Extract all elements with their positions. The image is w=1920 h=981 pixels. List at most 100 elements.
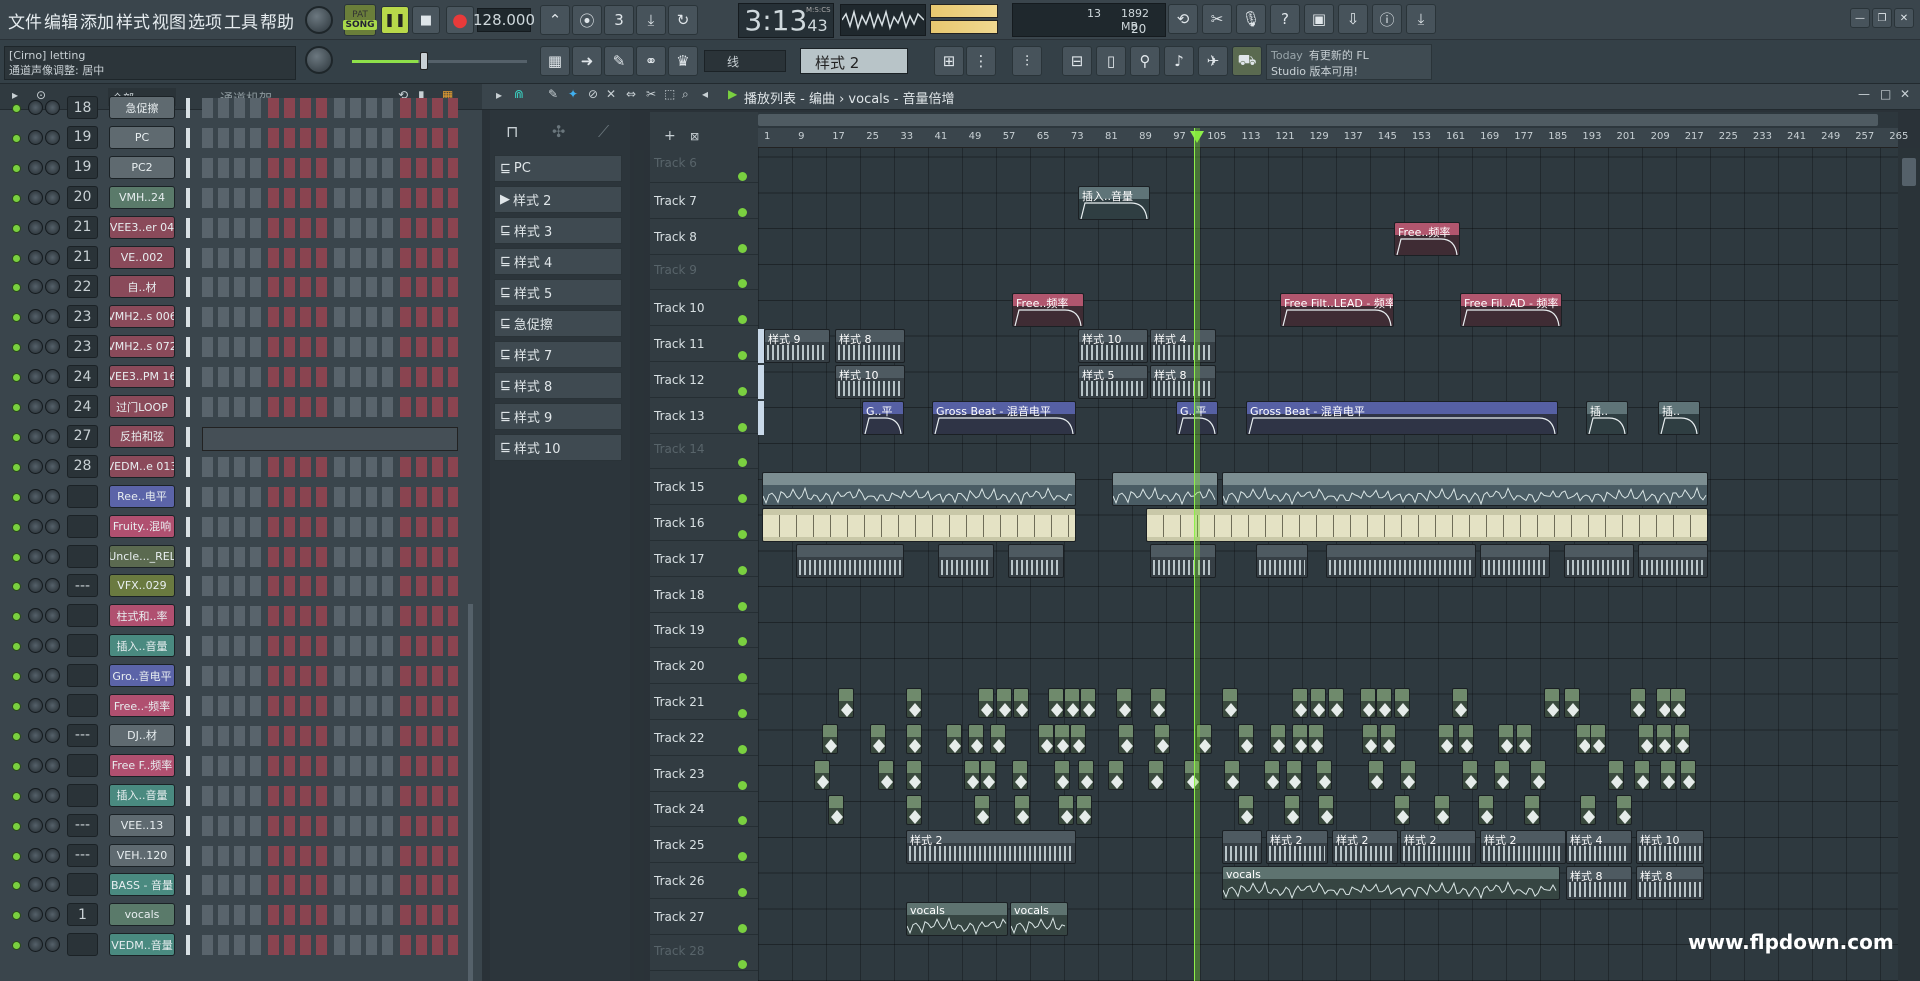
channel-pan-knob[interactable]	[28, 458, 43, 474]
track-mute-led[interactable]	[738, 422, 747, 432]
channel-mixer-track[interactable]: 21	[67, 245, 98, 269]
pattern-item[interactable]: ⊑ 样式 8	[494, 372, 622, 399]
pattern-selector[interactable]: 样式 2	[800, 48, 908, 74]
channel-mute-led[interactable]	[12, 821, 21, 831]
pattern-item[interactable]: ⊑ PC	[494, 155, 622, 182]
playlist-clip[interactable]: 样式 9	[764, 329, 830, 363]
track-mute-led[interactable]	[738, 243, 747, 253]
master-pitch-knob[interactable]	[305, 46, 333, 74]
track-header[interactable]: Track 23	[650, 757, 758, 792]
channel-row[interactable]: 19 PC2	[0, 154, 470, 184]
channel-row[interactable]: 21 VEE3..er 04	[0, 214, 470, 244]
track-header[interactable]: Track 16	[650, 506, 758, 541]
song-overview[interactable]	[700, 112, 1898, 128]
channel-pan-knob[interactable]	[28, 757, 43, 773]
channel-name-button[interactable]: VEE3..er 04	[109, 215, 175, 239]
channel-select-marker[interactable]	[186, 307, 190, 328]
playlist-clip[interactable]: 样式 2	[1332, 830, 1398, 865]
playlist-icon[interactable]: ▦	[540, 46, 570, 76]
menu-item-5[interactable]: 选项	[188, 8, 222, 33]
channel-row[interactable]: 23 VMH2..s 006	[0, 303, 470, 333]
channel-mute-led[interactable]	[12, 343, 21, 353]
step-sequencer[interactable]	[202, 98, 458, 118]
step-sequencer[interactable]	[202, 546, 458, 567]
channel-name-button[interactable]: VEE..13	[109, 813, 175, 837]
step-sequencer[interactable]	[202, 187, 458, 208]
channel-row[interactable]: 柱式和..率	[0, 602, 470, 632]
channel-pan-knob[interactable]	[28, 668, 43, 684]
playlist-clip[interactable]	[828, 795, 844, 826]
track-header[interactable]: Track 26	[650, 864, 758, 899]
playlist-clip[interactable]	[1438, 723, 1454, 754]
track-header[interactable]: Track 10	[650, 291, 758, 327]
help-icon[interactable]: ?	[1270, 4, 1300, 34]
channel-pan-knob[interactable]	[28, 369, 43, 385]
channel-name-button[interactable]: Free F..频率	[109, 753, 175, 777]
playlist-clip[interactable]	[1284, 795, 1300, 826]
channel-mute-led[interactable]	[12, 791, 21, 801]
playlist-clip[interactable]	[1452, 688, 1468, 718]
channel-mute-led[interactable]	[12, 761, 21, 771]
channel-select-marker[interactable]	[186, 277, 190, 298]
playlist-clip[interactable]	[1630, 688, 1646, 718]
playlist-clip[interactable]	[1530, 759, 1546, 790]
step-sequencer[interactable]	[202, 725, 458, 746]
channel-pan-knob[interactable]	[28, 817, 43, 833]
cut-icon[interactable]: ✂	[1202, 4, 1232, 34]
channel-mixer-track[interactable]: 27	[67, 424, 98, 448]
channel-mute-led[interactable]	[12, 492, 21, 502]
channel-name-button[interactable]: VEDM..音量	[109, 933, 175, 957]
track-mute-led[interactable]	[738, 816, 747, 826]
playlist-clip[interactable]	[1498, 723, 1514, 754]
channel-row[interactable]: 24 过门LOOP	[0, 393, 470, 423]
pattern-item[interactable]: ⊑ 样式 10	[494, 434, 622, 461]
channel-pan-knob[interactable]	[28, 488, 43, 504]
channel-mixer-track[interactable]: ---	[67, 813, 98, 837]
track-header[interactable]: Track 9	[650, 255, 758, 291]
channel-mixer-track[interactable]: 24	[67, 395, 98, 418]
channel-volume-knob[interactable]	[45, 877, 60, 893]
playlist-clip[interactable]: Free..频率	[1012, 293, 1084, 328]
channel-pan-knob[interactable]	[28, 787, 43, 803]
channel-pan-knob[interactable]	[28, 698, 43, 713]
playlist-clip[interactable]	[1376, 688, 1392, 718]
channel-name-button[interactable]: VFX..029	[109, 574, 175, 598]
playlist-clip[interactable]	[1660, 759, 1676, 790]
channel-select-marker[interactable]	[186, 935, 190, 956]
step-sequencer[interactable]	[202, 576, 458, 597]
menu-item-7[interactable]: 帮助	[260, 8, 294, 33]
playlist-clip[interactable]	[1458, 723, 1474, 754]
playlist-clip[interactable]	[1516, 723, 1532, 754]
step-sequencer[interactable]	[202, 696, 458, 716]
step-sequencer[interactable]	[202, 606, 458, 627]
playlist-clip[interactable]	[1590, 723, 1606, 754]
channel-select-marker[interactable]	[186, 247, 190, 268]
playlist-clip[interactable]	[1286, 759, 1302, 790]
arrow-icon[interactable]: ➜	[572, 46, 602, 76]
playlist-clip[interactable]	[1328, 688, 1344, 718]
track-mute-led[interactable]	[738, 565, 747, 575]
channel-name-button[interactable]: BASS - 音量	[109, 873, 175, 897]
channel-row[interactable]: 插入..音量	[0, 632, 470, 662]
restore-icon[interactable]: ❐	[1872, 8, 1892, 28]
channel-pan-knob[interactable]	[28, 638, 43, 654]
playlist-clip[interactable]	[1076, 795, 1092, 826]
playlist-clip[interactable]	[1316, 759, 1332, 790]
channel-pan-knob[interactable]	[28, 428, 43, 444]
track-mute-led[interactable]	[738, 637, 747, 647]
playlist-clip[interactable]	[1670, 688, 1686, 718]
channel-mixer-track[interactable]: 19	[67, 155, 98, 179]
channel-volume-knob[interactable]	[45, 907, 60, 923]
channel-pan-knob[interactable]	[28, 159, 43, 175]
playlist-clip[interactable]	[1310, 688, 1326, 718]
track-mute-led[interactable]	[738, 172, 747, 181]
channel-graph-editor[interactable]	[202, 426, 458, 451]
channel-mixer-track[interactable]: 21	[67, 215, 98, 239]
pattern-item[interactable]: ⊑ 样式 5	[494, 279, 622, 306]
playlist-clip[interactable]	[1616, 795, 1632, 826]
channel-select-marker[interactable]	[186, 696, 190, 716]
channel-row[interactable]: Free F..频率	[0, 752, 470, 782]
track-header[interactable]: Track 15	[650, 470, 758, 506]
channel-pan-knob[interactable]	[28, 339, 43, 355]
playlist-clip[interactable]: 样式 4	[1150, 329, 1216, 363]
